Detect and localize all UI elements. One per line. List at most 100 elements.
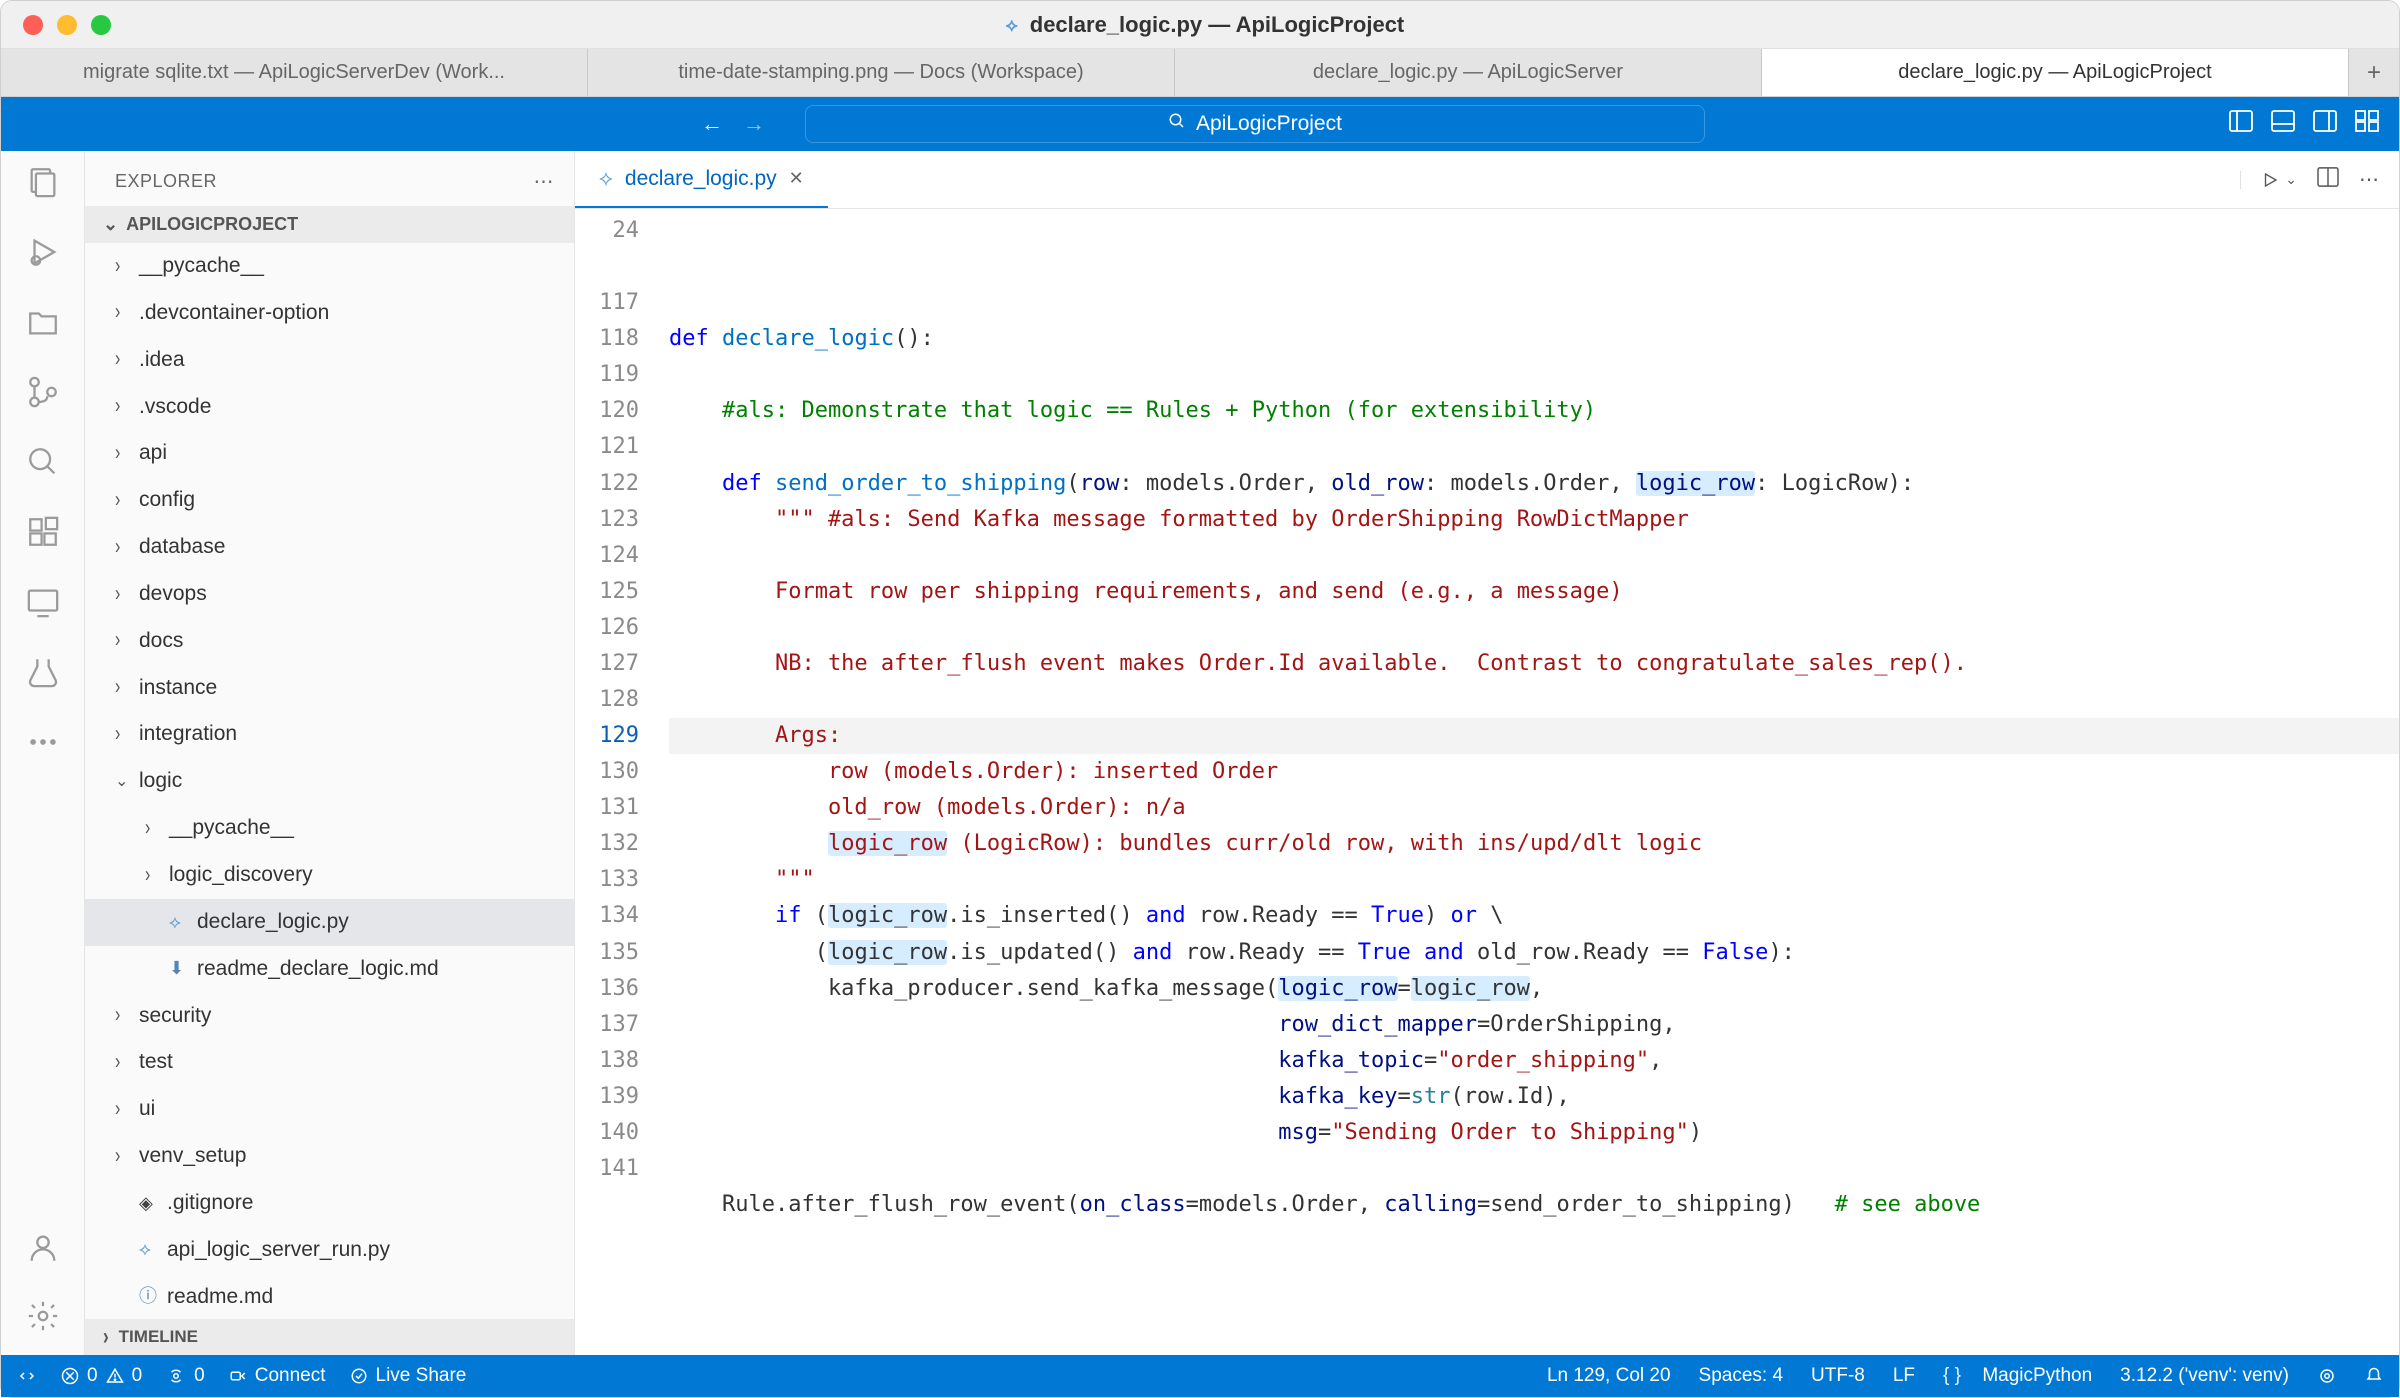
maximize-window-button[interactable] <box>91 15 111 35</box>
editor-more-icon[interactable]: ⋯ <box>2359 167 2379 192</box>
problems-indicator[interactable]: 0 0 <box>61 1365 142 1387</box>
folder-activity-icon[interactable] <box>24 303 62 341</box>
window-tab-2[interactable]: declare_logic.py — ApiLogicServer <box>1175 49 1762 96</box>
remote-activity-icon[interactable] <box>24 583 62 621</box>
connect-indicator[interactable]: Connect <box>229 1365 326 1387</box>
tree-item-label: readme_declare_logic.md <box>197 950 439 989</box>
indentation-indicator[interactable]: Spaces: 4 <box>1699 1365 1784 1387</box>
timeline-header[interactable]: TIMELINE <box>85 1319 574 1355</box>
explorer-activity-icon[interactable] <box>24 163 62 201</box>
editor-tab[interactable]: ⟡ declare_logic.py ✕ <box>575 151 828 208</box>
line-number: 137 <box>575 1007 639 1043</box>
extensions-activity-icon[interactable] <box>24 513 62 551</box>
tree-item-logic-discovery[interactable]: logic_discovery <box>85 852 574 899</box>
remote-indicator[interactable] <box>17 1367 37 1385</box>
tree-item-instance[interactable]: instance <box>85 665 574 712</box>
line-number: 24 <box>575 213 639 249</box>
encoding-indicator[interactable]: UTF-8 <box>1811 1365 1865 1387</box>
line-number: 120 <box>575 393 639 429</box>
tree-item--vscode[interactable]: .vscode <box>85 384 574 431</box>
explorer-more-icon[interactable]: ⋯ <box>534 169 555 194</box>
line-number: 122 <box>575 466 639 502</box>
line-number: 140 <box>575 1115 639 1151</box>
tree-item-test[interactable]: test <box>85 1039 574 1086</box>
add-tab-button[interactable]: + <box>2349 49 2399 96</box>
tree-item-label: config <box>139 481 195 520</box>
minimize-window-button[interactable] <box>57 15 77 35</box>
language-mode[interactable]: { } MagicPython <box>1943 1365 2092 1387</box>
search-placeholder: ApiLogicProject <box>1196 112 1342 136</box>
tree-item-security[interactable]: security <box>85 993 574 1040</box>
tree-item-logic[interactable]: logic <box>85 758 574 805</box>
chevron-down-icon <box>103 214 118 235</box>
tree-item-integration[interactable]: integration <box>85 711 574 758</box>
window-tab-3[interactable]: declare_logic.py — ApiLogicProject <box>1762 49 2349 96</box>
close-window-button[interactable] <box>23 15 43 35</box>
tree-item-label: integration <box>139 715 237 754</box>
window-tab-0[interactable]: migrate sqlite.txt — ApiLogicServerDev (… <box>1 49 588 96</box>
python-file-icon: ⟡ <box>1006 15 1018 36</box>
tree-item-docs[interactable]: docs <box>85 618 574 665</box>
tree-item-devops[interactable]: devops <box>85 571 574 618</box>
window-tab-label: declare_logic.py — ApiLogicServer <box>1313 61 1623 84</box>
command-center-search[interactable]: ApiLogicProject <box>805 105 1705 143</box>
tree-item-label: declare_logic.py <box>197 903 349 942</box>
tree-item---pycache--[interactable]: __pycache__ <box>85 243 574 290</box>
nav-back-button[interactable]: ← <box>701 111 723 137</box>
feedback-icon[interactable] <box>2317 1367 2337 1385</box>
toggle-secondary-icon[interactable] <box>2313 110 2337 138</box>
tree-item-readme-declare-logic-md[interactable]: ⬇readme_declare_logic.md <box>85 946 574 993</box>
editor-tabs: ⟡ declare_logic.py ✕ ⌄ ⋯ <box>575 151 2399 209</box>
accounts-icon[interactable] <box>24 1229 62 1267</box>
tree-item-config[interactable]: config <box>85 477 574 524</box>
tree-item-declare-logic-py[interactable]: ⟡declare_logic.py <box>85 899 574 946</box>
line-number: 124 <box>575 538 639 574</box>
window-tab-1[interactable]: time-date-stamping.png — Docs (Workspace… <box>588 49 1175 96</box>
customize-layout-icon[interactable] <box>2355 110 2379 138</box>
project-header[interactable]: APILOGICPROJECT <box>85 206 574 243</box>
tree-item-ui[interactable]: ui <box>85 1086 574 1133</box>
line-number: 123 <box>575 502 639 538</box>
search-icon <box>1168 112 1186 136</box>
tree-item-readme-md[interactable]: ⓘreadme.md <box>85 1274 574 1319</box>
split-editor-icon[interactable] <box>2317 167 2339 193</box>
search-activity-icon[interactable] <box>24 443 62 481</box>
tree-item-api[interactable]: api <box>85 430 574 477</box>
live-share-indicator[interactable]: Live Share <box>350 1365 467 1387</box>
notifications-icon[interactable] <box>2365 1367 2383 1385</box>
settings-gear-icon[interactable] <box>24 1297 62 1335</box>
editor-tab-label: declare_logic.py <box>625 167 777 191</box>
line-number: 125 <box>575 574 639 610</box>
run-button[interactable]: ⌄ <box>2240 171 2297 189</box>
tree-item--gitignore[interactable]: ◈.gitignore <box>85 1180 574 1227</box>
cursor-position[interactable]: Ln 129, Col 20 <box>1547 1365 1671 1387</box>
line-number: 121 <box>575 429 639 465</box>
tree-item---pycache--[interactable]: __pycache__ <box>85 805 574 852</box>
code-content[interactable]: def declare_logic(): #als: Demonstrate t… <box>669 209 2399 1355</box>
line-number: 134 <box>575 898 639 934</box>
toggle-sidebar-icon[interactable] <box>2229 110 2253 138</box>
ports-indicator[interactable]: 0 <box>166 1365 205 1387</box>
line-number: 126 <box>575 610 639 646</box>
editor-body[interactable]: 24 1171181191201211221231241251261271281… <box>575 209 2399 1355</box>
line-number: 132 <box>575 826 639 862</box>
tree-item--idea[interactable]: .idea <box>85 337 574 384</box>
tree-item-label: .devcontainer-option <box>139 294 329 333</box>
tree-item-venv-setup[interactable]: venv_setup <box>85 1133 574 1180</box>
more-activity-icon[interactable] <box>24 723 62 761</box>
tree-item-api-logic-server-run-py[interactable]: ⟡api_logic_server_run.py <box>85 1227 574 1274</box>
explorer-title: EXPLORER <box>115 171 217 192</box>
tree-item-label: venv_setup <box>139 1137 246 1176</box>
testing-activity-icon[interactable] <box>24 653 62 691</box>
python-interpreter[interactable]: 3.12.2 ('venv': venv) <box>2120 1365 2289 1387</box>
tree-item--devcontainer-option[interactable]: .devcontainer-option <box>85 290 574 337</box>
explorer-header: EXPLORER ⋯ <box>85 151 574 206</box>
toggle-panel-icon[interactable] <box>2271 110 2295 138</box>
tree-item-database[interactable]: database <box>85 524 574 571</box>
close-tab-icon[interactable]: ✕ <box>789 168 804 189</box>
eol-indicator[interactable]: LF <box>1893 1365 1915 1387</box>
line-number: 131 <box>575 790 639 826</box>
nav-forward-button[interactable]: → <box>743 111 765 137</box>
run-debug-activity-icon[interactable] <box>24 233 62 271</box>
source-control-activity-icon[interactable] <box>24 373 62 411</box>
